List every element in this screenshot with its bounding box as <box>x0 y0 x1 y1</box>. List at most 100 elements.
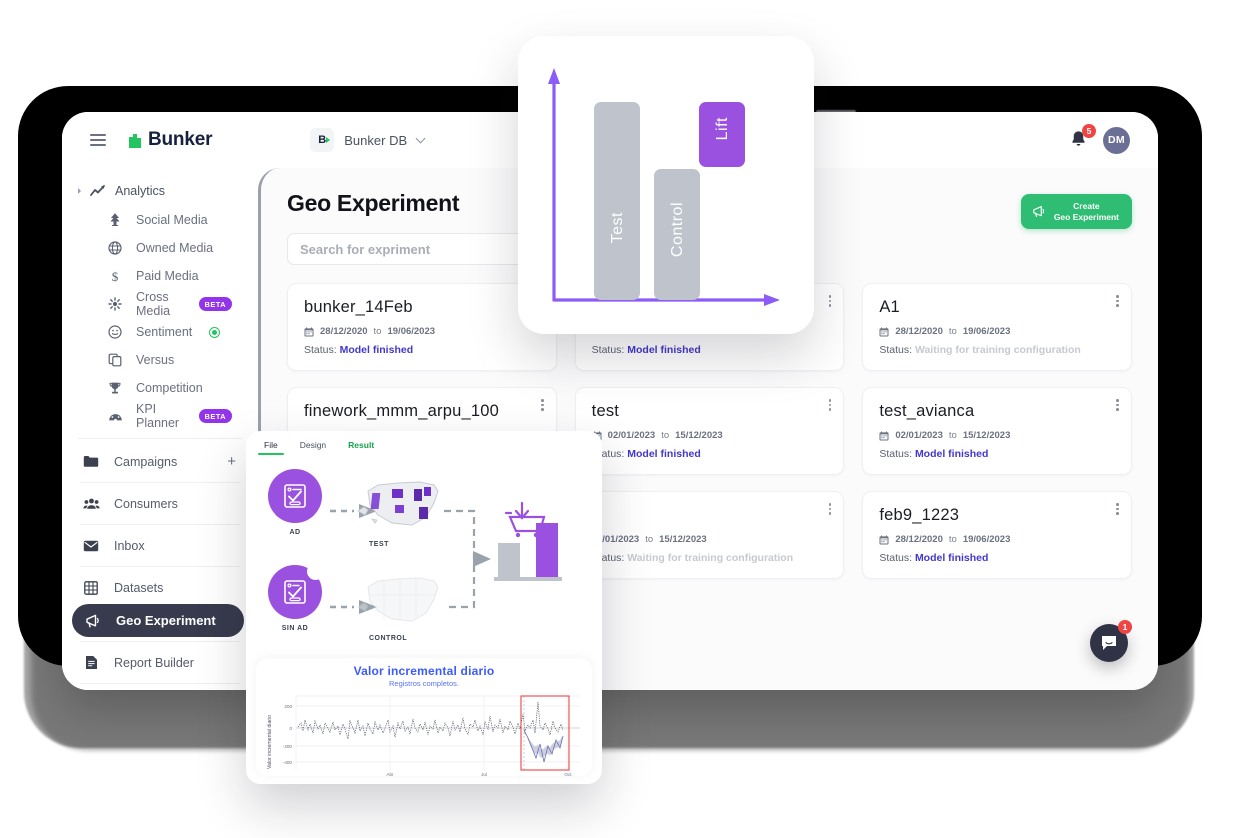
card-menu-icon[interactable] <box>1116 399 1119 411</box>
sidebar-item-label: KPI Planner <box>136 402 180 430</box>
sidebar-item-geo-experiment[interactable]: Geo Experiment <box>72 604 244 637</box>
experiment-status: Status: Waiting for training configurati… <box>879 344 1115 356</box>
ytick: -200 <box>283 744 293 749</box>
calendar-icon <box>304 327 314 336</box>
experiment-name: finework_mmm_arpu_100 <box>304 402 499 420</box>
sidebar-item-label: Owned Media <box>136 241 214 255</box>
sidebar-item-paid-media[interactable]: $ Paid Media <box>62 262 258 290</box>
xtick: Oct <box>564 772 572 777</box>
experiment-card[interactable]: feb9_1223 28/12/2020 to 19/06/2023 Statu… <box>862 491 1132 579</box>
experiment-card[interactable]: bunker_14Feb 28/12/2020 to 19/06/2023 St… <box>287 283 557 371</box>
lift-chart-svg <box>548 68 780 306</box>
experiment-card[interactable]: A1 28/12/2020 to 19/06/2023 Status: Wait… <box>862 283 1132 371</box>
date-to: 15/12/2023 <box>675 430 723 441</box>
card-menu-icon[interactable] <box>828 295 832 307</box>
card-menu-icon[interactable] <box>828 503 832 515</box>
experiment-card[interactable]: 02/01/2023 to 15/12/2023 Status: Waiting… <box>574 491 845 579</box>
sidebar: Analytics Social Media Owned Media $ Pai… <box>62 168 258 690</box>
sidebar-item-kpi-planner[interactable]: KPI Planner BETA <box>62 402 258 430</box>
date-separator: to <box>373 326 382 337</box>
status-badge: Model finished <box>627 344 701 356</box>
status-badge: Model finished <box>914 448 989 460</box>
experiment-dates: 28/12/2020 to 19/06/2023 <box>879 326 1115 337</box>
card-menu-icon[interactable] <box>1116 295 1119 307</box>
experiment-flow-diagram: AD SIN AD TEST CONTROL <box>246 455 602 642</box>
sidebar-group-label: Analytics <box>115 184 166 198</box>
chat-widget-button[interactable]: 1 <box>1090 620 1132 662</box>
sidebar-item-label: Sentiment <box>136 325 193 339</box>
node-ad: AD <box>268 469 322 536</box>
sidebar-item-owned-media[interactable]: Owned Media <box>62 234 258 262</box>
date-separator: to <box>948 326 957 337</box>
experiment-status: Status: Model finished <box>879 448 1115 460</box>
sidebar-divider <box>80 683 240 684</box>
sidebar-divider <box>80 524 240 525</box>
user-avatar[interactable]: DM <box>1103 126 1130 154</box>
bar-label-lift: Lift <box>714 117 731 141</box>
sidebar-item-administration[interactable]: Administration <box>62 688 258 690</box>
tab-design[interactable]: Design <box>300 440 326 455</box>
sidebar-item-datasets[interactable]: Datasets <box>62 571 258 604</box>
experiment-name: test_avianca <box>879 402 975 420</box>
ytick: 200 <box>284 704 292 709</box>
people-icon <box>82 497 100 510</box>
node-caption: SIN AD <box>281 625 309 632</box>
notifications-button[interactable]: 5 <box>1069 124 1096 151</box>
status-label: Status: <box>879 448 913 460</box>
date-from: 28/12/2020 <box>895 326 943 337</box>
sidebar-item-report-builder[interactable]: Report Builder <box>62 646 258 679</box>
status-label: Status: <box>304 344 337 356</box>
experiment-dates: 02/01/2023 to 15/12/2023 <box>879 430 1115 441</box>
workspace-icon: B <box>310 128 335 152</box>
sidebar-item-versus[interactable]: Versus <box>62 346 258 374</box>
result-tabs: File Design Result <box>246 431 602 455</box>
chevron-down-icon <box>415 133 426 143</box>
menu-toggle-icon[interactable] <box>90 134 106 146</box>
sidebar-item-campaigns[interactable]: Campaigns + <box>62 445 258 478</box>
experiment-dates: 28/12/2020 to 19/06/2023 <box>879 534 1115 545</box>
add-campaign-button[interactable]: + <box>227 454 236 469</box>
tab-result[interactable]: Result <box>348 440 374 455</box>
status-badge: Waiting for training configuration <box>914 344 1081 356</box>
sidebar-group-analytics[interactable]: Analytics <box>62 176 258 206</box>
chart-ylabel: Valor incremental diario <box>267 715 273 769</box>
ytick: -400 <box>283 760 293 765</box>
node-sin-ad: SIN AD <box>268 563 324 632</box>
sidebar-item-label: Versus <box>136 353 175 367</box>
experiment-dates: 02/01/2023 to 15/12/2023 <box>592 534 828 545</box>
status-badge: Model finished <box>339 344 414 356</box>
status-label: Status: <box>879 344 913 356</box>
date-to: 15/12/2023 <box>962 430 1011 441</box>
date-separator: to <box>948 534 957 545</box>
sidebar-item-sentiment[interactable]: Sentiment <box>62 318 258 346</box>
brand-logo[interactable]: Bunker <box>128 129 212 151</box>
sidebar-item-social-media[interactable]: Social Media <box>62 206 258 234</box>
sidebar-item-label: Competition <box>136 381 203 395</box>
copy-icon <box>106 353 124 367</box>
card-menu-icon[interactable] <box>828 399 832 411</box>
experiment-name <box>592 506 828 525</box>
sidebar-divider <box>80 641 240 642</box>
document-icon <box>82 655 100 670</box>
chart-uncertainty-band <box>524 730 562 758</box>
sidebar-item-competition[interactable]: Competition <box>62 374 258 402</box>
sidebar-item-label: Geo Experiment <box>116 613 216 628</box>
dollar-icon: $ <box>106 269 124 284</box>
create-geo-experiment-button[interactable]: Create Geo Experiment <box>1020 194 1132 230</box>
experiment-card[interactable]: test 02/01/2023 to 15/12/2023 Status: Mo… <box>574 387 845 475</box>
sidebar-item-consumers[interactable]: Consumers <box>62 487 258 520</box>
tab-file[interactable]: File <box>258 440 284 455</box>
sidebar-item-label: Datasets <box>114 580 164 595</box>
card-menu-icon[interactable] <box>541 399 544 411</box>
analytics-chart-icon <box>89 184 107 198</box>
status-label: Status: <box>591 344 625 356</box>
workspace-selector[interactable]: B Bunker DB <box>310 128 426 152</box>
sidebar-item-cross-media[interactable]: Cross Media BETA <box>62 290 258 318</box>
top-bar-actions: 5 DM <box>1069 124 1130 154</box>
experiment-card[interactable]: test_avianca 02/01/2023 to 15/12/2023 St… <box>862 387 1132 475</box>
chevron-right-icon <box>78 188 81 194</box>
sidebar-item-inbox[interactable]: Inbox <box>62 529 258 562</box>
megaphone-icon <box>84 614 102 628</box>
card-menu-icon[interactable] <box>1116 503 1119 515</box>
chart-title: Valor incremental diario <box>353 664 495 678</box>
